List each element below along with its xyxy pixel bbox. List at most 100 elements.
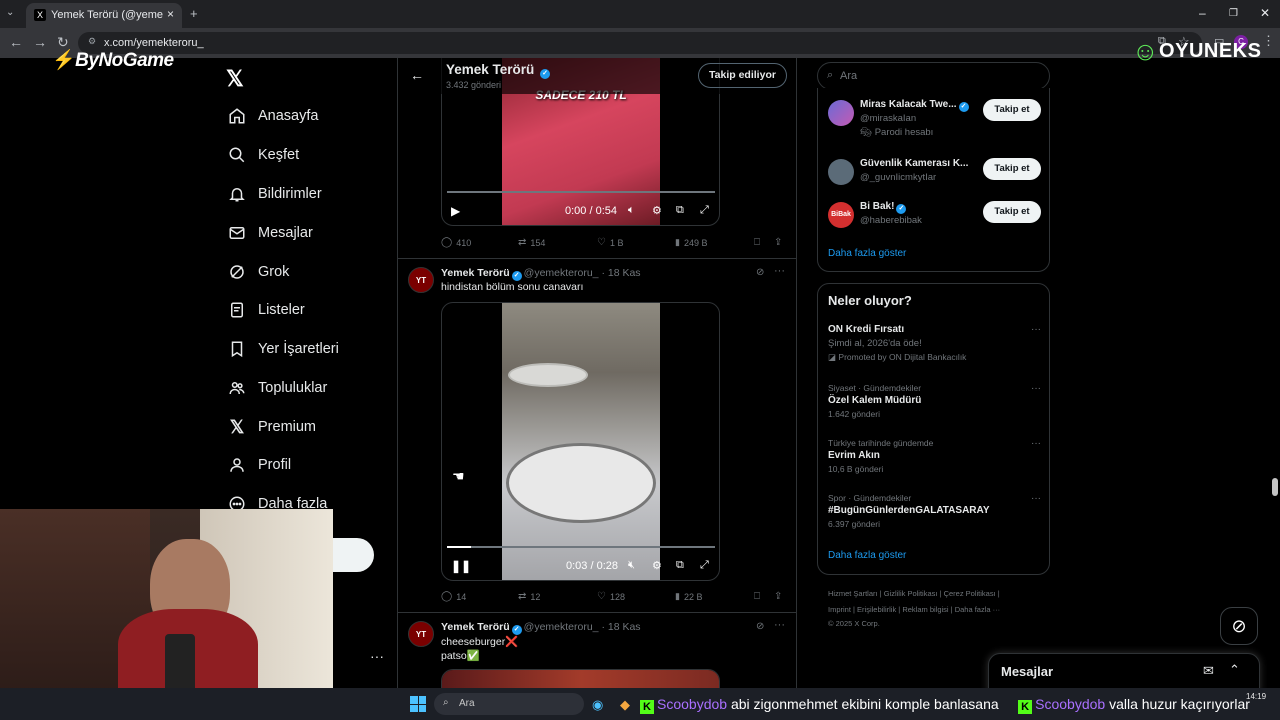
new-message-icon[interactable]: ✉ bbox=[1203, 663, 1214, 679]
trend-more-icon[interactable]: ··· bbox=[1031, 493, 1041, 504]
x-logo-icon[interactable]: 𝕏 bbox=[226, 66, 244, 92]
browser-menu-icon[interactable]: ⋮ bbox=[1262, 33, 1275, 49]
repost-button[interactable]: ⇄ 154 bbox=[518, 237, 545, 248]
views-button[interactable]: ▮ 249 B bbox=[675, 237, 707, 248]
trend-more-icon[interactable]: ··· bbox=[1031, 324, 1041, 335]
fullscreen-icon[interactable]: ⤢ bbox=[700, 559, 709, 572]
fullscreen-icon[interactable]: ⤢ bbox=[700, 204, 709, 217]
messages-drawer[interactable]: Mesajlar ✉ ⌃ bbox=[988, 653, 1260, 693]
windows-start-icon[interactable] bbox=[410, 696, 426, 712]
follow-button[interactable]: Takip et bbox=[983, 158, 1041, 180]
tab-close-icon[interactable]: × bbox=[167, 7, 174, 21]
tweet-author[interactable]: Yemek Terörü ✓ @yemekteroru_ · 18 Kas bbox=[441, 621, 641, 635]
sidebar-item-communities[interactable]: Topluluklar bbox=[226, 374, 327, 402]
follow-suggestion[interactable]: Güvenlik Kamerası K... @_guvnIicmkytIar … bbox=[828, 155, 1041, 195]
window-close-icon[interactable]: ✕ bbox=[1260, 6, 1270, 20]
parody-label: 🎭︎ Parodi hesabı bbox=[860, 127, 934, 138]
page-scrollbar-thumb[interactable] bbox=[1272, 478, 1278, 496]
settings-gear-icon[interactable]: ⚙ bbox=[652, 559, 662, 572]
search-input[interactable]: ⌕ Ara bbox=[817, 62, 1050, 90]
grok-analyze-icon[interactable]: ⊘ bbox=[756, 621, 764, 632]
trend-item[interactable]: Spor · Gündemdekiler #BugünGünlerdenGALA… bbox=[828, 493, 1041, 529]
sidebar-item-label: Premium bbox=[258, 419, 317, 435]
sidebar-item-label: Listeler bbox=[258, 302, 305, 318]
trend-item[interactable]: ON Kredi Fırsatı Şimdi al, 2026'da öde! … bbox=[828, 324, 1041, 363]
tweet-author[interactable]: Yemek Terörü ✓ @yemekteroru_ · 18 Kas bbox=[441, 267, 641, 281]
sidebar-item-profile[interactable]: Profil bbox=[226, 451, 291, 479]
pip-icon[interactable]: ⧉ bbox=[676, 559, 684, 572]
repost-button[interactable]: ⇄ 12 bbox=[518, 591, 540, 602]
settings-gear-icon[interactable]: ⚙ bbox=[652, 204, 662, 217]
show-more-link[interactable]: Daha fazla göster bbox=[828, 248, 906, 259]
views-button[interactable]: ▮ 22 B bbox=[675, 591, 702, 602]
like-button[interactable]: ♡ 1 B bbox=[597, 237, 623, 248]
pause-icon[interactable]: ❚❚ bbox=[451, 559, 471, 573]
tweet-text: cheeseburger❌ bbox=[441, 636, 519, 648]
taskbar-app-icon[interactable]: ◉ bbox=[592, 697, 603, 713]
trend-item[interactable]: Siyaset · Gündemdekiler Özel Kalem Müdür… bbox=[828, 383, 1041, 419]
bookmark-button[interactable]: ⎕ bbox=[754, 237, 760, 248]
mail-icon bbox=[226, 224, 248, 242]
footer-line[interactable]: Hizmet Şartları | Gizlilik Politikası | … bbox=[828, 586, 1048, 602]
sidebar-item-messages[interactable]: Mesajlar bbox=[226, 219, 313, 247]
trend-more-icon[interactable]: ··· bbox=[1031, 438, 1041, 449]
taskbar-search-input[interactable]: ⌕ Ara bbox=[434, 693, 584, 715]
share-button[interactable]: ⇪ bbox=[774, 591, 782, 602]
grok-analyze-icon[interactable]: ⊘ bbox=[756, 267, 764, 278]
forward-arrow-icon[interactable]: → bbox=[33, 34, 47, 50]
sidebar-item-lists[interactable]: Listeler bbox=[226, 296, 305, 324]
like-button[interactable]: ♡ 128 bbox=[597, 591, 625, 602]
minimize-icon[interactable]: – bbox=[1199, 6, 1206, 20]
trend-title: #BugünGünlerdenGALATASARAY bbox=[828, 505, 990, 516]
restore-icon[interactable]: ❐ bbox=[1229, 8, 1238, 19]
mute-icon[interactable]: 🔇︎ bbox=[628, 559, 635, 572]
video-progress-bar[interactable] bbox=[447, 191, 715, 193]
follow-button[interactable]: Takip et bbox=[983, 99, 1041, 121]
sidebar-item-notifications[interactable]: Bildirimler bbox=[226, 180, 322, 208]
reply-button[interactable]: ◯ 410 bbox=[441, 237, 471, 248]
sidebar-item-grok[interactable]: Grok bbox=[226, 258, 289, 286]
show-more-link[interactable]: Daha fazla göster bbox=[828, 550, 906, 561]
reply-button[interactable]: ◯ 14 bbox=[441, 591, 466, 602]
video-player[interactable] bbox=[441, 669, 720, 688]
url-input[interactable]: ⚙ x.com/yemekteroru_ bbox=[78, 32, 1202, 54]
collapse-up-icon[interactable]: ⌃ bbox=[1229, 662, 1240, 678]
follow-suggestion[interactable]: BiBak Bi Bak! ✓ @haberebibak Takip et bbox=[828, 198, 1041, 238]
tweet-more-icon[interactable]: ··· bbox=[774, 619, 785, 631]
posts-count: 3.432 gönderi bbox=[446, 80, 502, 90]
trend-more-icon[interactable]: ··· bbox=[1031, 383, 1041, 394]
video-player[interactable]: ❚❚ 0:03 / 0:28 🔇︎ ⚙ ⧉ ⤢ bbox=[441, 302, 720, 581]
browser-tab[interactable]: X Yemek Terörü (@yemekteroru_) × bbox=[26, 3, 182, 28]
share-button[interactable]: ⇪ bbox=[774, 237, 782, 248]
sidebar-item-premium[interactable]: 𝕏 Premium bbox=[226, 413, 316, 441]
avatar[interactable]: YT bbox=[408, 267, 434, 293]
follow-button[interactable]: Takip et bbox=[983, 201, 1041, 223]
sidebar-item-explore[interactable]: Keşfet bbox=[226, 141, 299, 169]
tab-list-chevron-icon[interactable]: ⌄ bbox=[6, 7, 14, 18]
grok-fab-icon[interactable]: ⊘ bbox=[1220, 607, 1258, 645]
trend-item[interactable]: Türkiye tarihinde gündemde Evrim Akın 10… bbox=[828, 438, 1041, 474]
pip-icon[interactable]: ⧉ bbox=[676, 204, 684, 217]
search-placeholder: Ara bbox=[840, 70, 858, 82]
trend-count: 6.397 gönderi bbox=[828, 519, 880, 529]
back-arrow-icon[interactable]: ← bbox=[9, 34, 23, 50]
follow-suggestion[interactable]: Miras Kalacak Twe... ✓ @miraskaIan 🎭︎ Par… bbox=[828, 96, 1041, 138]
sidebar-item-bookmarks[interactable]: Yer İşaretleri bbox=[226, 335, 339, 363]
site-info-icon[interactable]: ⚙ bbox=[88, 36, 96, 47]
trend-category: Siyaset · Gündemdekiler bbox=[828, 383, 922, 393]
following-button[interactable]: Takip ediliyor bbox=[698, 63, 787, 88]
mute-icon[interactable]: 🔈︎ bbox=[628, 204, 635, 217]
footer-line[interactable]: Imprint | Erişilebilirlik | Reklam bilgi… bbox=[828, 602, 1048, 618]
profile-icon bbox=[226, 456, 248, 474]
tweet-more-icon[interactable]: ··· bbox=[774, 265, 785, 277]
bookmark-button[interactable]: ⎕ bbox=[754, 591, 760, 602]
video-progress-bar[interactable] bbox=[447, 546, 715, 548]
back-arrow-icon[interactable]: ← bbox=[410, 67, 424, 83]
account-menu-more-icon[interactable]: ··· bbox=[370, 648, 384, 664]
sidebar-item-home[interactable]: Anasayfa bbox=[226, 102, 318, 130]
play-icon[interactable]: ▶ bbox=[451, 204, 460, 218]
search-icon: ⌕ bbox=[443, 697, 449, 708]
avatar[interactable]: YT bbox=[408, 621, 434, 647]
new-tab-icon[interactable]: + bbox=[190, 6, 198, 21]
taskbar-app-icon[interactable]: ◆ bbox=[620, 697, 630, 713]
